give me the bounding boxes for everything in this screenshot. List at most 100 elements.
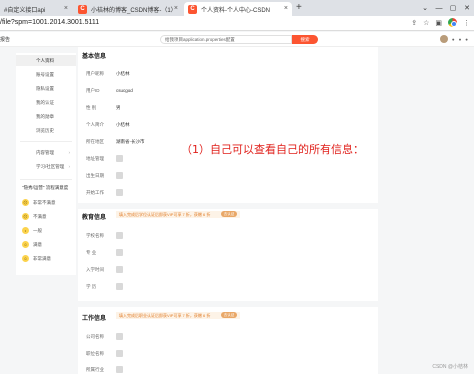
bio-value: 小桔林 bbox=[116, 122, 130, 127]
region-value: 湖南省-长沙市 bbox=[116, 139, 145, 144]
tab-api[interactable]: #自定义接口api × bbox=[0, 2, 72, 16]
site-nav: 报告 给我项目application.properties配置 搜索 ● ● ● bbox=[0, 32, 474, 47]
sidebar-item-label: 个人资料 bbox=[36, 58, 54, 63]
work-certify-button[interactable]: 去认证 bbox=[221, 312, 237, 318]
feedback-option[interactable]: ☹ 不满意 bbox=[22, 213, 47, 220]
happy-emoji-icon: ☺ bbox=[22, 241, 29, 248]
feedback-label: 一般 bbox=[33, 227, 42, 233]
feedback-label: 不满意 bbox=[33, 213, 47, 219]
profile-main: 基本信息 用户昵称 小桔林 用户ID csucgod 性 别 男 个人简介 小桔… bbox=[78, 47, 378, 374]
nickname-value: 小桔林 bbox=[116, 71, 130, 76]
education-title: 教育信息 bbox=[82, 215, 107, 221]
search-button[interactable]: 搜索 bbox=[292, 35, 318, 44]
nav-dot-icon[interactable]: ● bbox=[452, 37, 455, 42]
tab-search-icon[interactable]: ⌄ bbox=[418, 0, 432, 16]
row-label: 地址管理 bbox=[86, 156, 104, 161]
feedback-option[interactable]: ☺ 非常满意 bbox=[22, 255, 51, 262]
nav-dot-icon[interactable]: ● bbox=[465, 37, 468, 42]
browser-tabstrip: #自定义接口api × C 小桔林的博客_CSDN博客-（1） × C 个人资料… bbox=[0, 0, 474, 16]
star-icon[interactable]: ☆ bbox=[423, 19, 429, 27]
redacted-block bbox=[116, 283, 123, 290]
sidebar-item-profile[interactable]: 个人资料 bbox=[16, 55, 76, 66]
row-label: 公司名称 bbox=[86, 334, 104, 339]
sidebar-item-label: 账号设置 bbox=[36, 72, 54, 77]
csdn-favicon-icon: C bbox=[78, 4, 87, 14]
redacted-block bbox=[116, 189, 123, 196]
feedback-label: 满意 bbox=[33, 241, 42, 247]
redacted-block bbox=[116, 232, 123, 239]
education-certify-button[interactable]: 去认证 bbox=[221, 211, 237, 217]
avatar[interactable] bbox=[439, 35, 448, 43]
divider bbox=[20, 141, 72, 142]
feedback-option[interactable]: ☹ 非常不满意 bbox=[22, 199, 56, 206]
extensions-icon[interactable]: ▣ bbox=[435, 19, 442, 27]
redacted-block bbox=[116, 155, 123, 162]
chevron-right-icon: › bbox=[68, 164, 71, 169]
very-unhappy-emoji-icon: ☹ bbox=[22, 199, 29, 206]
sidebar-item-label: 我的认证 bbox=[36, 100, 54, 105]
annotation-text: （1）自己可以查看自己的所有信息： bbox=[181, 143, 364, 156]
row-label: 开始工作 bbox=[86, 190, 104, 195]
more-icon[interactable]: ⋮ bbox=[463, 19, 470, 27]
sidebar-item-label: 浏览历史 bbox=[36, 128, 54, 133]
share-icon[interactable]: ⇪ bbox=[411, 19, 417, 27]
tab-title: #自定义接口api bbox=[4, 7, 46, 14]
sidebar-item-account[interactable]: 账号设置 bbox=[16, 69, 76, 80]
csdn-favicon-icon: C bbox=[188, 4, 197, 14]
section-divider bbox=[78, 301, 378, 307]
row-label: 性 别 bbox=[86, 105, 97, 110]
feedback-title: "隐秀/运营" 流程满意度 bbox=[22, 185, 69, 190]
row-label: 入学时间 bbox=[86, 267, 104, 272]
tab-close-icon[interactable]: × bbox=[64, 5, 68, 12]
sidebar-item-certification[interactable]: 我的认证 bbox=[16, 97, 76, 108]
feedback-label: 非常不满意 bbox=[33, 199, 56, 205]
section-divider bbox=[78, 203, 378, 209]
row-label: 用户昵称 bbox=[86, 71, 104, 76]
url-input[interactable]: /file?spm=1001.2014.3001.5111 bbox=[0, 19, 99, 26]
new-tab-button[interactable]: + bbox=[296, 2, 302, 13]
sidebar-item-history[interactable]: 浏览历史 bbox=[16, 125, 76, 136]
row-label: 个人简介 bbox=[86, 122, 104, 127]
sidebar-item-content[interactable]: 内容管理 › bbox=[16, 147, 76, 158]
chrome-logo-icon[interactable] bbox=[448, 18, 457, 27]
tab-title: 个人资料-个人中心-CSDN bbox=[201, 7, 270, 14]
tab-profile[interactable]: C 个人资料-个人中心-CSDN × bbox=[184, 2, 292, 16]
tab-blog[interactable]: C 小桔林的博客_CSDN博客-（1） × bbox=[74, 2, 182, 16]
tab-close-icon[interactable]: × bbox=[174, 5, 178, 12]
redacted-block bbox=[116, 350, 123, 357]
sidebar-item-community[interactable]: 学习/社区管理 › bbox=[16, 161, 76, 172]
very-happy-emoji-icon: ☺ bbox=[22, 255, 29, 262]
minimize-icon[interactable]: — bbox=[432, 0, 446, 16]
row-label: 出生日期 bbox=[86, 173, 104, 178]
maximize-icon[interactable]: ▢ bbox=[446, 0, 460, 16]
close-window-icon[interactable]: ✕ bbox=[460, 0, 474, 16]
sidebar-item-privacy[interactable]: 隐私设置 bbox=[16, 83, 76, 94]
row-label: 学 历 bbox=[86, 284, 97, 289]
row-label: 职位名称 bbox=[86, 351, 104, 356]
nav-left-text[interactable]: 报告 bbox=[0, 36, 10, 43]
sidebar: 个人资料 账号设置 隐私设置 我的认证 我的勋章 浏览历史 内容管理 › 学习/… bbox=[16, 53, 76, 275]
row-label: 所属行业 bbox=[86, 367, 104, 372]
chevron-right-icon: › bbox=[68, 150, 71, 155]
page-background bbox=[378, 47, 474, 374]
redacted-block bbox=[116, 172, 123, 179]
nav-dot-icon[interactable]: ● bbox=[459, 37, 462, 42]
tab-title: 小桔林的博客_CSDN博客-（1） bbox=[91, 7, 177, 14]
tab-close-icon[interactable]: × bbox=[284, 5, 288, 12]
feedback-option[interactable]: ☺ 满意 bbox=[22, 241, 42, 248]
sidebar-item-medals[interactable]: 我的勋章 bbox=[16, 111, 76, 122]
neutral-emoji-icon: • bbox=[22, 227, 29, 234]
row-label: 所在地区 bbox=[86, 139, 104, 144]
feedback-option[interactable]: • 一般 bbox=[22, 227, 42, 234]
nav-right: ● ● ● bbox=[439, 35, 468, 43]
redacted-block bbox=[116, 333, 123, 340]
watermark: CSDN @小桔林 bbox=[432, 364, 468, 370]
search-input[interactable]: 给我项目application.properties配置 bbox=[160, 35, 292, 44]
sidebar-item-label: 学习/社区管理 bbox=[36, 164, 65, 169]
address-bar-actions: ⇪ ☆ ▣ ⋮ bbox=[411, 18, 470, 27]
row-label: 学校名称 bbox=[86, 233, 104, 238]
window-controls: ⌄ — ▢ ✕ bbox=[418, 0, 474, 16]
work-title: 工作信息 bbox=[82, 316, 107, 322]
basic-info-title: 基本信息 bbox=[82, 54, 107, 60]
redacted-block bbox=[116, 366, 123, 373]
